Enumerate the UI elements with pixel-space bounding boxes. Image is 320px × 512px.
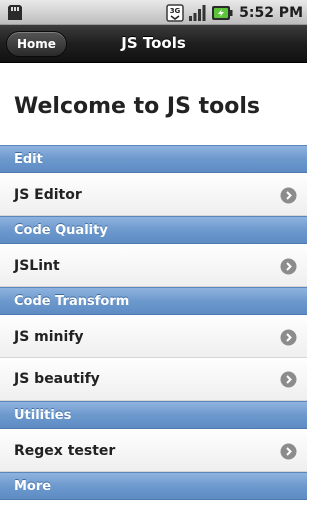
main-content: Welcome to JS tools Edit JS Editor Code …: [0, 63, 307, 500]
list-item-label: JSLint: [14, 258, 60, 274]
signal-icon: [189, 4, 206, 21]
section-edit: Edit: [0, 145, 307, 173]
clock: 5:52 PM: [239, 4, 303, 21]
list-item-js-minify[interactable]: JS minify: [0, 315, 307, 358]
status-bar: 3G 5:52 PM: [0, 0, 307, 25]
list-item-label: JS minify: [14, 329, 84, 345]
chevron-right-icon: [280, 258, 297, 275]
list-item-js-editor[interactable]: JS Editor: [0, 173, 307, 216]
section-more: More: [0, 472, 307, 500]
app-screen: 3G 5:52 PM Home JS Tools Welcome to JS t…: [0, 0, 307, 512]
section-code-transform: Code Transform: [0, 287, 307, 315]
list-item-label: JS Editor: [14, 187, 82, 203]
header-bar: Home JS Tools: [0, 25, 307, 63]
list-item-js-beautify[interactable]: JS beautify: [0, 358, 307, 401]
sd-card-icon: [8, 5, 22, 20]
chevron-right-icon: [280, 443, 297, 460]
section-utilities: Utilities: [0, 401, 307, 429]
network-3g-icon: 3G: [166, 3, 184, 22]
section-code-quality: Code Quality: [0, 216, 307, 244]
battery-icon: [212, 5, 233, 20]
list-item-jslint[interactable]: JSLint: [0, 244, 307, 287]
list-item-label: JS beautify: [14, 371, 100, 387]
chevron-right-icon: [280, 329, 297, 346]
svg-text:3G: 3G: [170, 7, 181, 15]
page-title: JS Tools: [121, 34, 186, 52]
chevron-right-icon: [280, 187, 297, 204]
list-item-label: Regex tester: [14, 443, 116, 459]
welcome-heading: Welcome to JS tools: [14, 94, 260, 119]
chevron-right-icon: [280, 371, 297, 388]
list-item-regex-tester[interactable]: Regex tester: [0, 429, 307, 472]
